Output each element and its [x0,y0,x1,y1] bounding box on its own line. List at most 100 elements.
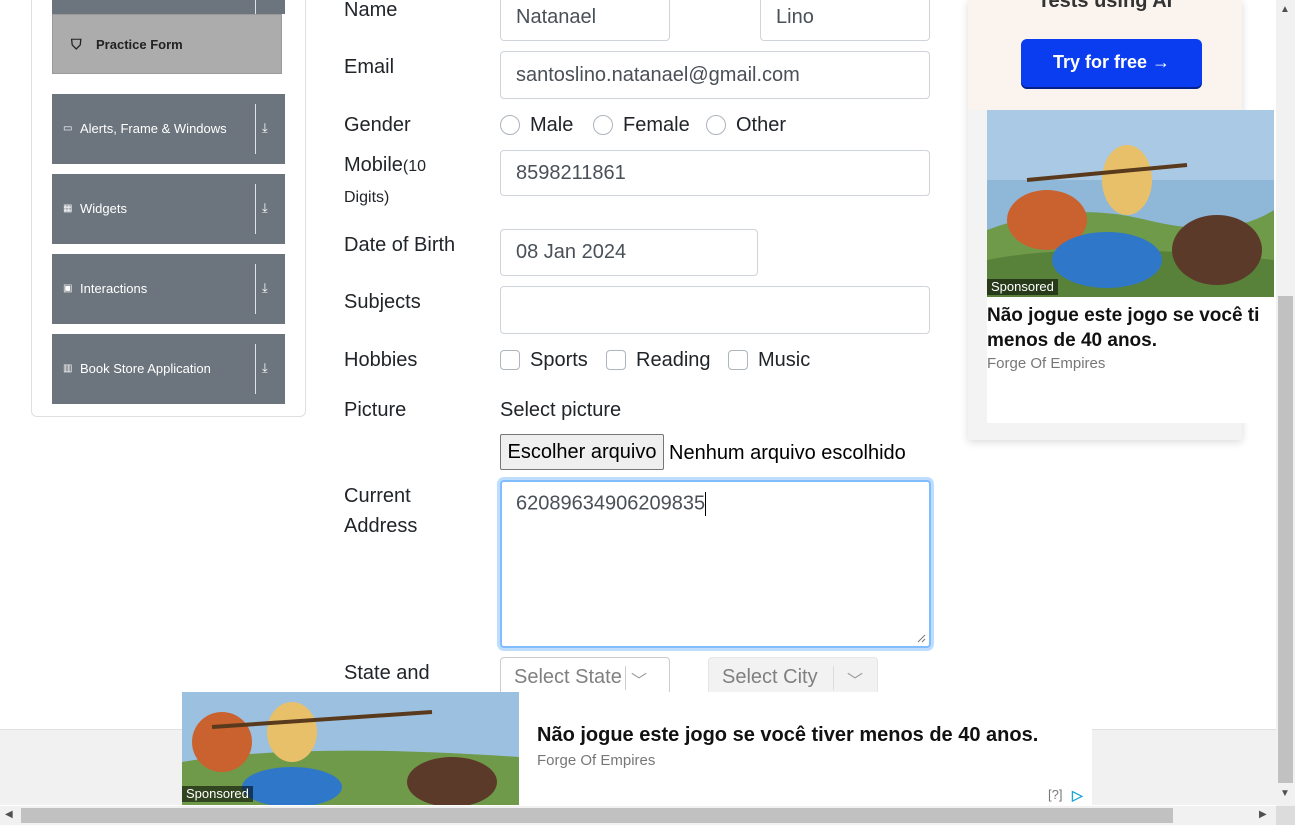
checkbox[interactable] [500,350,520,370]
ad-brand[interactable]: Forge Of Empires [987,355,1105,372]
horizontal-scroll-thumb[interactable] [21,808,1173,823]
scroll-down-icon[interactable]: ▼ [1280,788,1290,799]
ad-game-image[interactable]: Sponsored [987,110,1274,297]
ad-right-card[interactable]: Sponsored Não jogue este jogo se você ti… [987,110,1274,423]
gender-female-label[interactable]: Female [623,112,690,138]
hobby-music-checkbox[interactable] [728,347,748,373]
city-select[interactable]: Select City ﹀ [708,657,878,697]
last-name-input[interactable]: Lino [760,0,930,41]
file-status-text: Nenhum arquivo escolhido [669,442,906,464]
hobby-sports-label[interactable]: Sports [530,347,588,373]
state-select[interactable]: Select State ﹀ [500,657,670,697]
separator [255,184,256,234]
sidebar-item-practice-form[interactable]: ⛉ Practice Form [52,14,282,74]
checkbox[interactable] [728,350,748,370]
horizontal-scrollbar[interactable]: ◀ ▶ [0,806,1276,825]
ad-title[interactable]: Não jogue este jogo se você ti menos de … [987,303,1274,353]
vertical-scroll-thumb[interactable] [1278,296,1293,783]
mobile-label-text: Mobile [344,154,403,176]
address-label-line1: Current [344,485,411,507]
sponsored-badge: Sponsored [987,279,1058,295]
dob-input[interactable]: 08 Jan 2024 [500,229,758,276]
address-label-line2: Address [344,515,418,537]
hobby-sports-checkbox[interactable] [500,347,520,373]
scrollbar-corner [1276,806,1295,825]
ad-help-link[interactable]: [?] [1048,787,1062,802]
chevron-down-icon[interactable]: ﹀ [631,667,647,691]
group-label: Book Store Application [80,361,211,376]
hobby-reading-label[interactable]: Reading [636,347,711,373]
city-placeholder: Select City [722,665,818,688]
separator [255,344,256,394]
mobile-hint-2: Digits) [344,181,389,213]
choose-file-button[interactable]: Escolher arquivo [500,434,664,470]
ad-image-art [987,110,1274,297]
vertical-scrollbar[interactable]: ▲ ▼ [1276,0,1295,806]
group-header-alerts[interactable]: ▭ Alerts, Frame & Windows ⤓ [52,94,285,164]
separator [255,104,256,154]
elements-group-header[interactable] [52,0,285,14]
text-caret [705,492,707,516]
name-label: Name [344,0,398,21]
sidebar-item-label: Practice Form [96,37,183,52]
chevron-down-icon[interactable]: ﹀ [847,667,863,691]
separator [625,666,626,690]
book-icon: ▥ [63,363,73,374]
try-for-free-button[interactable]: Try for free → [1021,39,1202,87]
ad-title-line2[interactable]: menos de 40 anos. [987,328,1274,353]
checkbox[interactable] [606,350,626,370]
address-text: 62089634906209835 [516,492,706,515]
ad-title-line1[interactable]: Não jogue este jogo se você ti [987,303,1274,328]
download-arrow-icon: ⤓ [262,280,268,295]
gender-other[interactable] [706,112,726,138]
sponsored-badge: Sponsored [182,786,253,802]
resize-grip-icon[interactable] [916,633,926,643]
adchoices-icon[interactable]: ▷ [1072,787,1083,804]
hobby-music-label[interactable]: Music [758,347,810,373]
radio-button[interactable] [706,115,726,135]
bottom-ad-title[interactable]: Não jogue este jogo se você tiver menos … [537,724,1038,747]
widgets-icon: ▦ [63,203,73,214]
scroll-left-icon[interactable]: ◀ [5,809,13,820]
first-name-input[interactable]: Natanael [500,0,670,41]
mobile-input[interactable]: 8598211861 [500,150,930,196]
group-label: Alerts, Frame & Windows [80,121,227,136]
download-arrow-icon: ⤓ [262,200,268,215]
email-input[interactable]: santoslino.natanael@gmail.com [500,51,930,99]
bottom-ad-brand[interactable]: Forge Of Empires [537,752,655,769]
select-picture-label: Select picture [500,399,622,421]
current-address-textarea[interactable]: 62089634906209835 [500,480,931,648]
separator [255,0,256,14]
group-header-interactions[interactable]: ▣ Interactions ⤓ [52,254,285,324]
gender-label: Gender [344,114,411,136]
ad-ai-banner: Tests using AI Try for free → [968,0,1242,110]
state-placeholder: Select State [514,665,622,688]
bottom-ad[interactable]: Sponsored Não jogue este jogo se você ti… [182,692,1092,805]
mobile-hint: (10 [402,158,427,175]
mobile-label: Mobile(10 [344,150,426,182]
group-header-book-store[interactable]: ▥ Book Store Application ⤓ [52,334,285,404]
gender-male[interactable] [500,112,520,138]
practice-form-page: ⛉ Practice Form ▭ Alerts, Frame & Window… [0,0,1295,825]
html5-icon: ⛉ [71,36,82,52]
gender-other-label[interactable]: Other [736,112,786,138]
radio-button[interactable] [500,115,520,135]
group-label: Widgets [80,201,127,216]
gender-female[interactable] [593,112,613,138]
group-label: Interactions [80,281,148,296]
mobile-hint-digits: Digits) [344,189,390,206]
dob-label: Date of Birth [344,234,456,256]
picture-label: Picture [344,399,407,421]
group-header-widgets[interactable]: ▦ Widgets ⤓ [52,174,285,244]
radio-button[interactable] [593,115,613,135]
interactions-icon: ▣ [63,283,73,294]
scroll-right-icon[interactable]: ▶ [1259,809,1267,820]
hobby-reading-checkbox[interactable] [606,347,626,373]
scroll-up-icon[interactable]: ▲ [1280,4,1290,15]
gender-male-label[interactable]: Male [530,112,573,138]
subjects-input[interactable] [500,286,930,334]
window-icon: ▭ [63,123,73,134]
subjects-label: Subjects [344,291,421,313]
bottom-ad-image[interactable]: Sponsored [182,692,519,805]
separator [833,666,834,690]
